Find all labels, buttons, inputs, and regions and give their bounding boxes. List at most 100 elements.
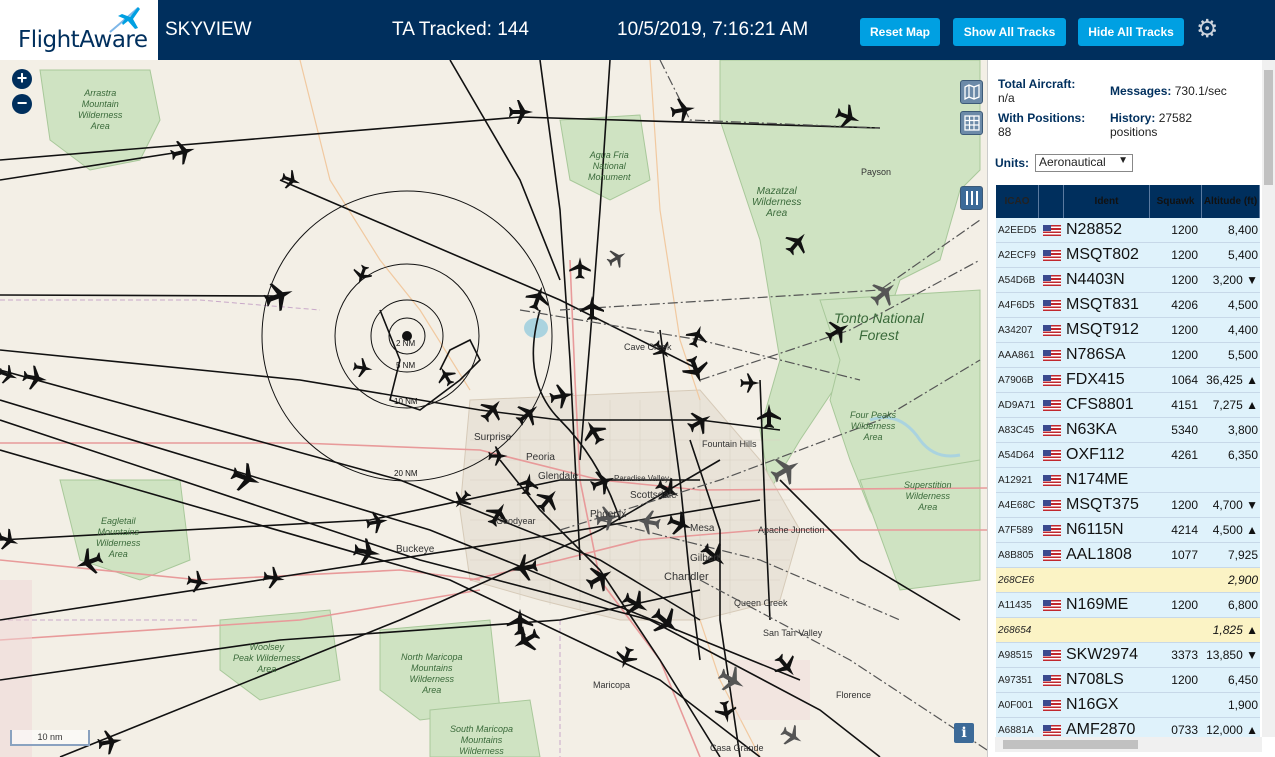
area-label-north-maricopa: North Maricopa Mountains Wilderness Area bbox=[401, 652, 463, 695]
table-row[interactable]: A4E68C MSQT375 1200 4,700 ▼ bbox=[996, 493, 1260, 518]
us-flag-icon bbox=[1042, 424, 1061, 436]
cell-ident: N786SA bbox=[1066, 346, 1126, 363]
cell-icao: 268654 bbox=[998, 624, 1032, 636]
table-header: ICAO Ident Squawk Altitude (ft) bbox=[996, 185, 1260, 218]
grid-overlay-icon[interactable] bbox=[960, 111, 983, 135]
hide-all-tracks-button[interactable]: Hide All Tracks bbox=[1078, 18, 1184, 46]
col-ident[interactable]: Ident bbox=[1064, 185, 1150, 218]
range-label-5nm: 5 NM bbox=[396, 361, 416, 370]
cell-altitude: 7,275 ▲ bbox=[1212, 398, 1258, 412]
table-row[interactable]: A12921 N174ME bbox=[996, 468, 1260, 493]
us-flag-icon bbox=[1042, 374, 1061, 386]
col-flag bbox=[1039, 185, 1064, 218]
city-label-glendale: Glendale bbox=[538, 471, 579, 482]
cell-ident: SKW2974 bbox=[1066, 646, 1139, 663]
cell-icao: A7906B bbox=[998, 374, 1034, 386]
table-row[interactable]: AD9A71 CFS8801 4151 7,275 ▲ bbox=[996, 393, 1260, 418]
table-row[interactable]: 268CE6 2,900 bbox=[996, 568, 1260, 593]
cell-altitude: 3,200 ▼ bbox=[1212, 273, 1258, 287]
city-label-mesa: Mesa bbox=[690, 523, 715, 534]
cell-altitude: 6,800 bbox=[1227, 598, 1258, 612]
us-flag-icon bbox=[1042, 274, 1061, 286]
cell-ident: N6115N bbox=[1066, 521, 1124, 538]
gear-icon[interactable]: ⚙ bbox=[1196, 17, 1218, 42]
table-row[interactable]: A34207 MSQT912 1200 4,400 bbox=[996, 318, 1260, 343]
cell-altitude: 8,400 bbox=[1227, 223, 1258, 237]
cell-icao: A2EED5 bbox=[998, 224, 1037, 236]
col-squawk[interactable]: Squawk bbox=[1150, 185, 1202, 218]
table-row[interactable]: A54D6B N4403N 1200 3,200 ▼ bbox=[996, 268, 1260, 293]
city-label-casa-grande: Casa Grande bbox=[710, 743, 764, 753]
area-label-mazatzal: Mazatzal Wilderness Area bbox=[752, 186, 802, 219]
flightaware-logo[interactable]: FlightAware bbox=[0, 0, 158, 60]
table-row[interactable]: A8B805 AAL1808 1077 7,925 bbox=[996, 543, 1260, 568]
stat-with-positions-value: 88 bbox=[998, 125, 1012, 139]
us-flag-icon bbox=[1042, 699, 1061, 711]
us-flag-icon bbox=[1042, 224, 1061, 236]
info-icon[interactable]: i bbox=[954, 723, 974, 743]
map-layer bbox=[0, 60, 987, 757]
zoom-out-button[interactable]: − bbox=[12, 94, 32, 114]
cell-ident: MSQT912 bbox=[1066, 321, 1139, 338]
col-altitude[interactable]: Altitude (ft) bbox=[1202, 185, 1260, 218]
cell-icao: A34207 bbox=[998, 324, 1033, 336]
us-flag-icon bbox=[1042, 449, 1061, 461]
table-row[interactable]: AAA861 N786SA 1200 5,500 bbox=[996, 343, 1260, 368]
stat-messages-value: 730.1/sec bbox=[1174, 84, 1227, 98]
table-row[interactable]: A7F589 N6115N 4214 4,500 ▲ bbox=[996, 518, 1260, 543]
cell-altitude: 4,500 ▲ bbox=[1212, 523, 1258, 537]
city-label-paradise-valley: Paradise Valley bbox=[614, 474, 669, 483]
sidebar-toggle-icon[interactable] bbox=[960, 186, 983, 210]
area-label-south-maricopa: South Maricopa Mountains Wilderness bbox=[450, 724, 514, 756]
table-row[interactable]: A11435 N169ME 1200 6,800 bbox=[996, 593, 1260, 618]
cell-ident: N28852 bbox=[1066, 221, 1123, 238]
cell-squawk: 1200 bbox=[1171, 323, 1198, 337]
cell-flag bbox=[1039, 374, 1064, 386]
cell-icao: A98515 bbox=[998, 649, 1033, 661]
table-row[interactable]: A54D64 OXF112 4261 6,350 bbox=[996, 443, 1260, 468]
cell-squawk: 1200 bbox=[1171, 673, 1198, 687]
table-row[interactable]: A7906B FDX415 1064 36,425 ▲ bbox=[996, 368, 1260, 393]
stat-total-aircraft-value: n/a bbox=[998, 91, 1015, 105]
vertical-scrollbar[interactable] bbox=[1262, 60, 1275, 737]
cell-flag bbox=[1039, 499, 1064, 511]
table-row[interactable]: A0F001 N16GX 1,900 bbox=[996, 693, 1260, 718]
cell-altitude: 36,425 ▲ bbox=[1206, 373, 1258, 387]
horizontal-scrollbar[interactable] bbox=[995, 737, 1262, 752]
cell-icao: A54D6B bbox=[998, 274, 1036, 286]
reset-map-button[interactable]: Reset Map bbox=[860, 18, 940, 46]
cell-altitude: 13,850 ▼ bbox=[1206, 648, 1258, 662]
cell-icao: A97351 bbox=[998, 674, 1033, 686]
horizontal-scroll-thumb[interactable] bbox=[1003, 740, 1138, 749]
cell-altitude: 2,900 bbox=[1227, 573, 1258, 587]
col-icao[interactable]: ICAO bbox=[996, 185, 1039, 218]
city-label-buckeye: Buckeye bbox=[396, 544, 435, 555]
table-row[interactable]: A2EED5 N28852 1200 8,400 bbox=[996, 218, 1260, 243]
table-row[interactable]: A98515 SKW2974 3373 13,850 ▼ bbox=[996, 643, 1260, 668]
cell-icao: A6881A bbox=[998, 724, 1034, 736]
us-flag-icon bbox=[1042, 399, 1061, 411]
table-row[interactable]: A2ECF9 MSQT802 1200 5,400 bbox=[996, 243, 1260, 268]
map-canvas[interactable]: 2 NM 5 NM 10 NM 20 NM Arrastra Mountain … bbox=[0, 60, 987, 757]
cell-flag bbox=[1039, 449, 1064, 461]
map-layers-icon[interactable] bbox=[960, 80, 983, 104]
show-all-tracks-button[interactable]: Show All Tracks bbox=[953, 18, 1066, 46]
table-row[interactable]: A83C45 N63KA 5340 3,800 bbox=[996, 418, 1260, 443]
sidebar-panel: Total Aircraft: n/a Messages: 730.1/sec … bbox=[987, 60, 1275, 757]
table-row[interactable]: 268654 1,825 ▲ bbox=[996, 618, 1260, 643]
vertical-scroll-thumb[interactable] bbox=[1264, 70, 1273, 185]
clock-datetime: 10/5/2019, 7:16:21 AM bbox=[617, 19, 809, 40]
zoom-in-button[interactable]: + bbox=[12, 69, 32, 89]
us-flag-icon bbox=[1042, 599, 1061, 611]
city-label-cave-creek: Cave Creek bbox=[624, 342, 672, 352]
table-row[interactable]: A97351 N708LS 1200 6,450 bbox=[996, 668, 1260, 693]
cell-flag bbox=[1039, 524, 1064, 536]
table-row[interactable]: A4F6D5 MSQT831 4206 4,500 bbox=[996, 293, 1260, 318]
cell-altitude: 4,500 bbox=[1227, 298, 1258, 312]
city-label-queen-creek: Queen Creek bbox=[734, 598, 788, 608]
us-flag-icon bbox=[1042, 474, 1061, 486]
cell-ident: N4403N bbox=[1066, 271, 1125, 288]
units-select[interactable]: Aeronautical ▼ bbox=[1035, 154, 1133, 172]
cell-flag bbox=[1039, 699, 1064, 711]
cell-ident: N63KA bbox=[1066, 421, 1117, 438]
